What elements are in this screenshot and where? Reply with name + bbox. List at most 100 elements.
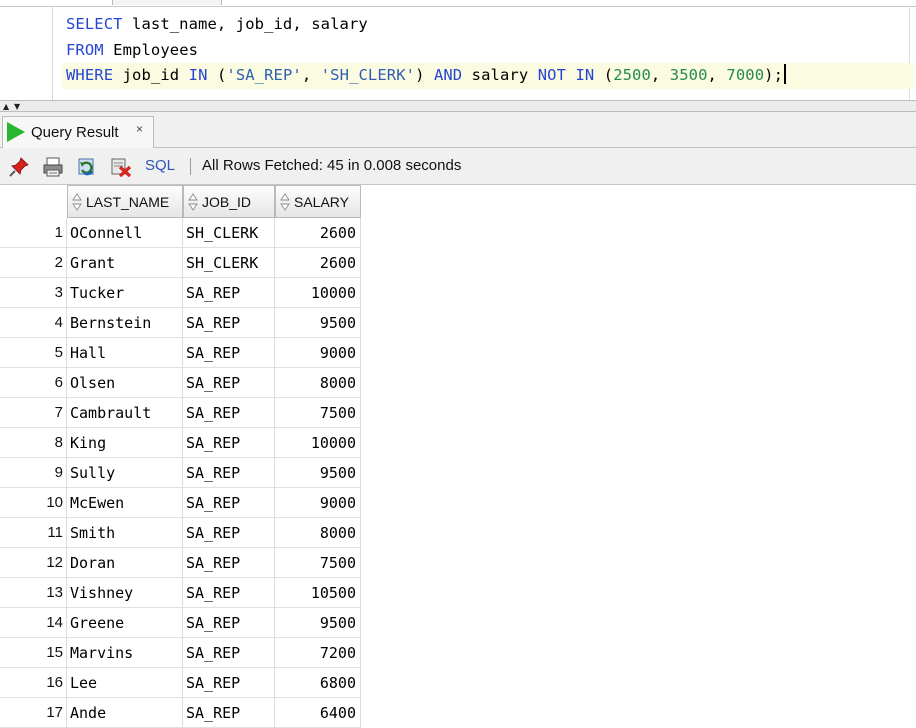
collapse-up-icon[interactable]: ▲ [3, 103, 9, 111]
cell-last-name[interactable]: King [67, 428, 183, 458]
cell-job-id[interactable]: SA_REP [183, 518, 275, 548]
cell-last-name[interactable]: Greene [67, 608, 183, 638]
cell-job-id[interactable]: SH_CLERK [183, 248, 275, 278]
code-area[interactable]: SELECT last_name, job_id, salary FROM Emp… [62, 12, 914, 89]
sql-number: 7000 [726, 66, 765, 84]
cell-salary[interactable]: 7500 [275, 398, 361, 428]
text-caret [784, 64, 787, 84]
cell-job-id[interactable]: SH_CLERK [183, 218, 275, 248]
table-row[interactable]: 10 McEwen SA_REP 9000 [0, 488, 361, 518]
cell-salary[interactable]: 8000 [275, 368, 361, 398]
column-header-salary[interactable]: SALARY [275, 185, 361, 218]
export-icon[interactable] [110, 156, 132, 178]
cell-job-id[interactable]: SA_REP [183, 398, 275, 428]
row-number: 10 [0, 488, 67, 518]
table-row[interactable]: 1 OConnell SH_CLERK 2600 [0, 218, 361, 248]
cell-last-name[interactable]: Cambrault [67, 398, 183, 428]
cell-last-name[interactable]: Hall [67, 338, 183, 368]
cell-salary[interactable]: 2600 [275, 248, 361, 278]
row-number: 17 [0, 698, 67, 728]
cell-salary[interactable]: 6800 [275, 668, 361, 698]
cell-job-id[interactable]: SA_REP [183, 638, 275, 668]
cell-last-name[interactable]: Olsen [67, 368, 183, 398]
cell-salary[interactable]: 9000 [275, 338, 361, 368]
table-row[interactable]: 3 Tucker SA_REP 10000 [0, 278, 361, 308]
cell-job-id[interactable]: SA_REP [183, 698, 275, 728]
table-row[interactable]: 17 Ande SA_REP 6400 [0, 698, 361, 728]
cell-job-id[interactable]: SA_REP [183, 578, 275, 608]
cell-job-id[interactable]: SA_REP [183, 488, 275, 518]
cell-job-id[interactable]: SA_REP [183, 458, 275, 488]
cell-salary[interactable]: 9000 [275, 488, 361, 518]
tab-query-result[interactable]: Query Result × [2, 116, 154, 148]
cell-job-id[interactable]: SA_REP [183, 428, 275, 458]
cell-salary[interactable]: 9500 [275, 608, 361, 638]
refresh-icon[interactable] [76, 156, 98, 178]
cell-salary[interactable]: 7500 [275, 548, 361, 578]
sql-keyword: AND [433, 66, 463, 84]
cell-job-id[interactable]: SA_REP [183, 548, 275, 578]
cell-last-name[interactable]: Sully [67, 458, 183, 488]
code-line[interactable]: WHERE job_id IN ('SA_REP', 'SH_CLERK') A… [62, 63, 914, 89]
sql-number: 2500 [613, 66, 651, 84]
sql-button[interactable]: SQL [145, 157, 175, 174]
cell-salary[interactable]: 9500 [275, 458, 361, 488]
table-row[interactable]: 16 Lee SA_REP 6800 [0, 668, 361, 698]
table-row[interactable]: 5 Hall SA_REP 9000 [0, 338, 361, 368]
print-icon[interactable] [42, 156, 64, 178]
table-row[interactable]: 12 Doran SA_REP 7500 [0, 548, 361, 578]
table-row[interactable]: 13 Vishney SA_REP 10500 [0, 578, 361, 608]
cell-last-name[interactable]: Bernstein [67, 308, 183, 338]
table-row[interactable]: 7 Cambrault SA_REP 7500 [0, 398, 361, 428]
cell-job-id[interactable]: SA_REP [183, 308, 275, 338]
table-row[interactable]: 9 Sully SA_REP 9500 [0, 458, 361, 488]
cell-salary[interactable]: 10500 [275, 578, 361, 608]
expand-down-icon[interactable]: ▼ [14, 103, 20, 111]
cell-salary[interactable]: 2600 [275, 218, 361, 248]
cell-last-name[interactable]: OConnell [67, 218, 183, 248]
panel-splitter[interactable]: ▲ ▼ [0, 100, 916, 112]
sql-editor[interactable]: SELECT last_name, job_id, salary FROM Emp… [0, 0, 916, 100]
close-tab-icon[interactable]: × [136, 122, 143, 136]
cell-salary[interactable]: 9500 [275, 308, 361, 338]
cell-last-name[interactable]: Tucker [67, 278, 183, 308]
cell-job-id[interactable]: SA_REP [183, 278, 275, 308]
sql-number: 3500 [669, 66, 708, 84]
cell-salary[interactable]: 6400 [275, 698, 361, 728]
table-row[interactable]: 11 Smith SA_REP 8000 [0, 518, 361, 548]
cell-job-id[interactable]: SA_REP [183, 368, 275, 398]
result-toolbar: SQL All Rows Fetched: 45 in 0.008 second… [0, 148, 916, 185]
cell-last-name[interactable]: Vishney [67, 578, 183, 608]
cell-job-id[interactable]: SA_REP [183, 668, 275, 698]
cell-salary[interactable]: 7200 [275, 638, 361, 668]
table-row[interactable]: 2 Grant SH_CLERK 2600 [0, 248, 361, 278]
cell-job-id[interactable]: SA_REP [183, 608, 275, 638]
sql-keyword: FROM [66, 40, 104, 59]
cell-last-name[interactable]: McEwen [67, 488, 183, 518]
table-row[interactable]: 15 Marvins SA_REP 7200 [0, 638, 361, 668]
cell-salary[interactable]: 10000 [275, 428, 361, 458]
sql-text: job_id [113, 66, 189, 84]
cell-last-name[interactable]: Marvins [67, 638, 183, 668]
sql-keyword: IN [575, 66, 595, 84]
sql-text: last_name, job_id, salary [122, 15, 368, 33]
cell-job-id[interactable]: SA_REP [183, 338, 275, 368]
code-line[interactable]: SELECT last_name, job_id, salary [66, 12, 914, 38]
cell-salary[interactable]: 8000 [275, 518, 361, 548]
cell-last-name[interactable]: Smith [67, 518, 183, 548]
cell-last-name[interactable]: Lee [67, 668, 183, 698]
table-row[interactable]: 14 Greene SA_REP 9500 [0, 608, 361, 638]
table-row[interactable]: 8 King SA_REP 10000 [0, 428, 361, 458]
table-row[interactable]: 4 Bernstein SA_REP 9500 [0, 308, 361, 338]
cell-last-name[interactable]: Doran [67, 548, 183, 578]
sql-text: salary [462, 66, 538, 84]
cell-last-name[interactable]: Ande [67, 698, 183, 728]
table-row[interactable]: 6 Olsen SA_REP 8000 [0, 368, 361, 398]
cell-last-name[interactable]: Grant [67, 248, 183, 278]
code-line[interactable]: FROM Employees [66, 38, 914, 64]
pin-icon[interactable] [8, 156, 30, 178]
column-header-last-name[interactable]: LAST_NAME [67, 185, 183, 218]
sql-keyword: NOT [537, 66, 566, 84]
cell-salary[interactable]: 10000 [275, 278, 361, 308]
column-header-job-id[interactable]: JOB_ID [183, 185, 275, 218]
